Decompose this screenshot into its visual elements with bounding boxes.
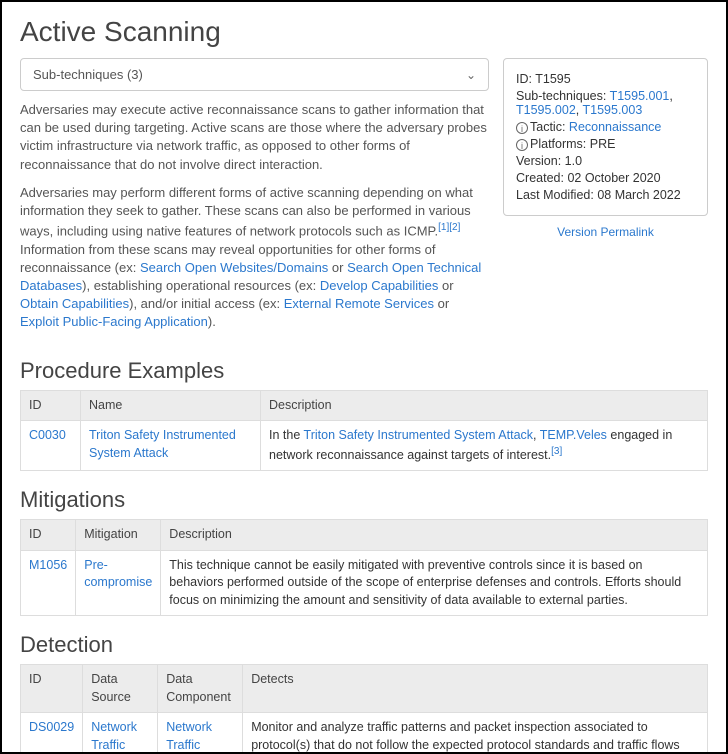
version-value: 1.0: [565, 154, 582, 168]
subtechniques-dropdown[interactable]: Sub-techniques (3) ⌄: [20, 58, 489, 91]
th-source: Data Source: [83, 665, 158, 713]
th-component: Data Component: [158, 665, 243, 713]
th-desc: Description: [261, 390, 708, 421]
link-obtain-capabilities[interactable]: Obtain Capabilities: [20, 296, 129, 311]
id-label: ID:: [516, 72, 532, 86]
id-value: T1595: [535, 72, 570, 86]
modified-value: 08 March 2022: [597, 188, 680, 202]
detection-table: ID Data Source Data Component Detects DS…: [20, 664, 708, 754]
created-label: Created:: [516, 171, 564, 185]
link-exploit-public-facing-application[interactable]: Exploit Public-Facing Application: [20, 314, 208, 329]
link-search-open-websites[interactable]: Search Open Websites/Domains: [140, 260, 328, 275]
mitigation-name-link[interactable]: Pre-compromise: [84, 558, 152, 590]
mitigations-table: ID Mitigation Description M1056 Pre-comp…: [20, 519, 708, 616]
citation-1[interactable]: [1]: [438, 222, 449, 233]
info-icon: i: [516, 122, 528, 134]
procedure-name-link[interactable]: Triton Safety Instrumented System Attack: [89, 428, 236, 460]
description-paragraph-1: Adversaries may execute active reconnais…: [20, 101, 489, 174]
th-name: Name: [81, 390, 261, 421]
citation-3[interactable]: [3]: [551, 446, 562, 457]
chevron-down-icon: ⌄: [466, 68, 476, 82]
procedure-desc-link-2[interactable]: TEMP.Veles: [540, 428, 607, 442]
detection-component-link[interactable]: Network Traffic Content: [166, 720, 212, 754]
mitigation-id-link[interactable]: M1056: [29, 558, 67, 572]
th-desc: Description: [161, 520, 708, 551]
detection-heading: Detection: [20, 632, 708, 658]
link-develop-capabilities[interactable]: Develop Capabilities: [320, 278, 439, 293]
dropdown-label: Sub-techniques (3): [33, 67, 143, 82]
procedure-examples-heading: Procedure Examples: [20, 358, 708, 384]
procedure-id-link[interactable]: C0030: [29, 428, 66, 442]
th-detects: Detects: [243, 665, 708, 713]
mitigation-desc: This technique cannot be easily mitigate…: [161, 550, 708, 616]
tactic-label: Tactic:: [530, 120, 565, 134]
info-icon: i: [516, 139, 528, 151]
table-row: DS0029 Network Traffic Network Traffic C…: [21, 713, 708, 754]
modified-label: Last Modified:: [516, 188, 594, 202]
platforms-value: PRE: [590, 137, 616, 151]
version-label: Version:: [516, 154, 561, 168]
detection-detects: Monitor and analyze traffic patterns and…: [243, 713, 708, 754]
description-paragraph-2: Adversaries may perform different forms …: [20, 184, 489, 332]
th-id: ID: [21, 520, 76, 551]
subtech-label: Sub-techniques:: [516, 89, 606, 103]
th-id: ID: [21, 665, 83, 713]
tactic-link[interactable]: Reconnaissance: [569, 120, 661, 134]
page-title: Active Scanning: [20, 16, 708, 48]
table-row: M1056 Pre-compromise This technique cann…: [21, 550, 708, 616]
procedure-desc-link-1[interactable]: Triton Safety Instrumented System Attack: [304, 428, 534, 442]
link-external-remote-services[interactable]: External Remote Services: [284, 296, 434, 311]
subtech-link-3[interactable]: T1595.003: [583, 103, 643, 117]
citation-2[interactable]: [2]: [449, 222, 460, 233]
detection-source-link[interactable]: Network Traffic: [91, 720, 137, 752]
procedure-table: ID Name Description C0030 Triton Safety …: [20, 390, 708, 472]
th-mitigation: Mitigation: [76, 520, 161, 551]
mitigations-heading: Mitigations: [20, 487, 708, 513]
detection-id-link[interactable]: DS0029: [29, 720, 74, 734]
created-value: 02 October 2020: [567, 171, 660, 185]
table-row: C0030 Triton Safety Instrumented System …: [21, 421, 708, 471]
subtech-link-2[interactable]: T1595.002: [516, 103, 576, 117]
subtech-link-1[interactable]: T1595.001: [610, 89, 670, 103]
th-id: ID: [21, 390, 81, 421]
info-card: ID: T1595 Sub-techniques: T1595.001, T15…: [503, 58, 708, 216]
platforms-label: Platforms:: [530, 137, 586, 151]
version-permalink[interactable]: Version Permalink: [557, 225, 654, 239]
